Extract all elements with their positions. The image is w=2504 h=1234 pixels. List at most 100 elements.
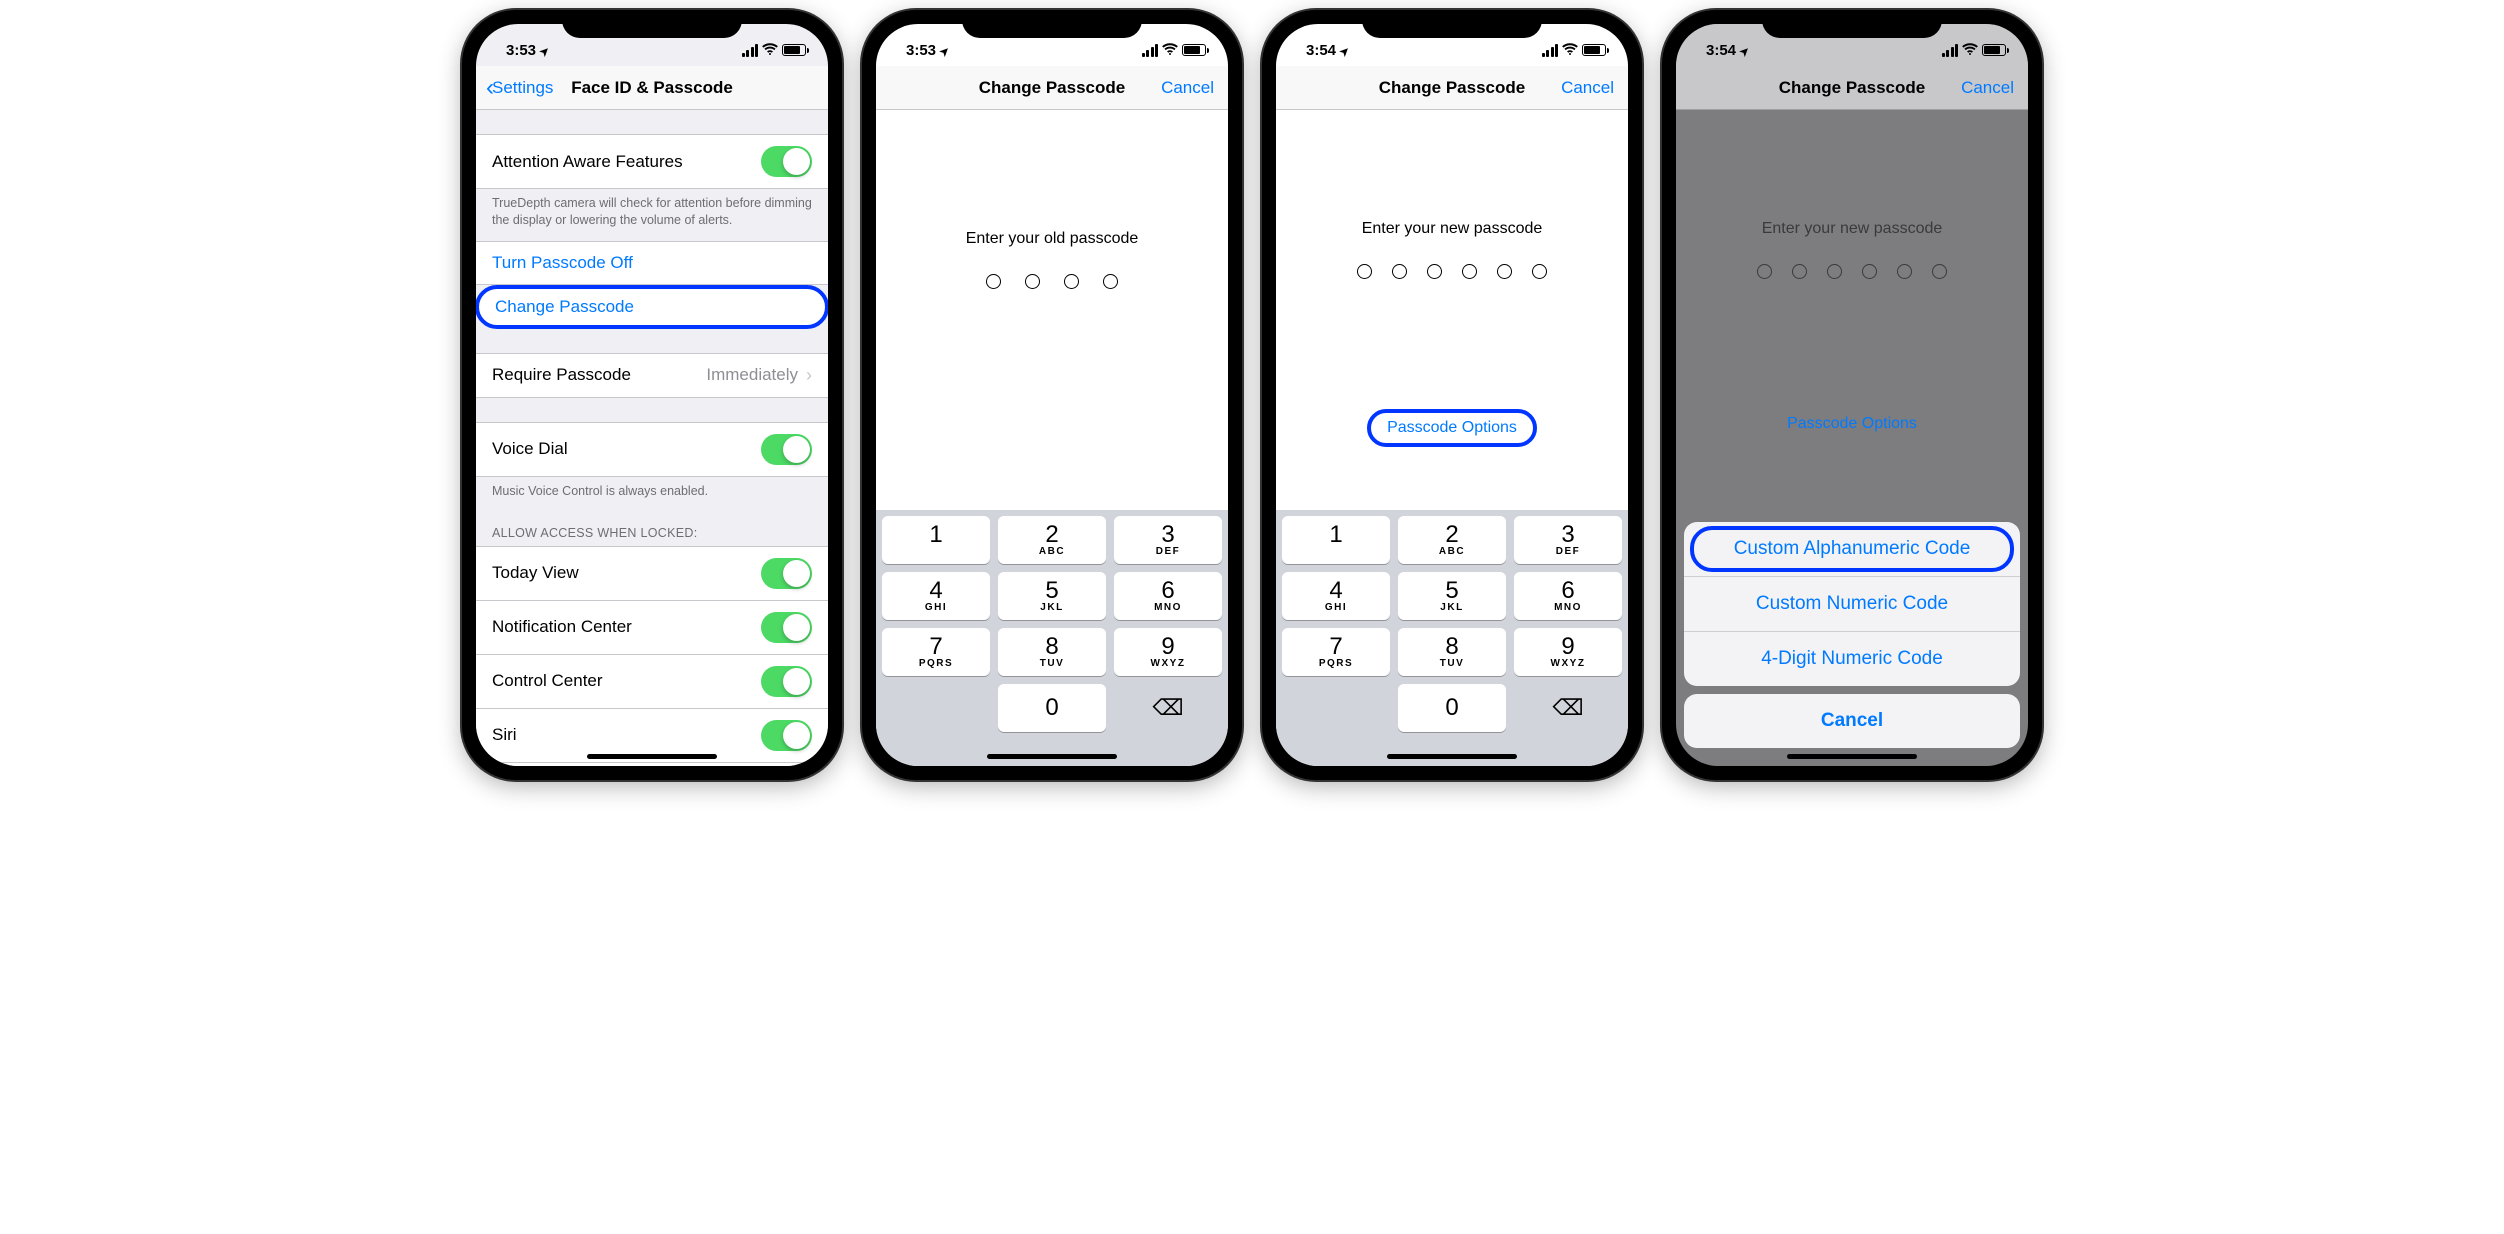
passcode-options-link[interactable]: Passcode Options [1367, 409, 1537, 447]
option-label: Custom Alphanumeric Code [1734, 538, 1971, 559]
toggle-on[interactable] [761, 720, 812, 751]
back-button[interactable]: ‹Settings [486, 76, 553, 100]
keypad-key-8[interactable]: 8TUV [998, 628, 1106, 676]
keypad-key-4[interactable]: 4GHI [882, 572, 990, 620]
passcode-prompt: Enter your old passcode [876, 230, 1228, 248]
keypad-key-8[interactable]: 8TUV [1398, 628, 1506, 676]
key-letters: DEF [1156, 546, 1181, 557]
key-number: 7 [929, 635, 942, 659]
location-icon [1740, 42, 1749, 59]
allow-row[interactable]: Reply with Message [476, 763, 828, 766]
keypad-key-7[interactable]: 7PQRS [882, 628, 990, 676]
action-sheet: Custom Alphanumeric Code Custom Numeric … [1684, 522, 2020, 756]
dot [986, 274, 1001, 289]
keypad-key-1[interactable]: 1 [882, 516, 990, 564]
wifi-icon [1162, 42, 1178, 59]
change-passcode-row[interactable]: Change Passcode [476, 285, 828, 329]
key-number: 8 [1445, 635, 1458, 659]
keypad-key-3[interactable]: 3DEF [1114, 516, 1222, 564]
row-label: Control Center [492, 671, 603, 691]
toggle-on[interactable] [761, 434, 812, 465]
attention-aware-row[interactable]: Attention Aware Features [476, 134, 828, 189]
keypad-key-2[interactable]: 2ABC [1398, 516, 1506, 564]
turn-passcode-off-row[interactable]: Turn Passcode Off [476, 241, 828, 285]
toggle-on[interactable] [761, 146, 812, 177]
signal-icon [1542, 44, 1559, 57]
screen-settings: 3:53 ‹Settings Face ID & Passcode Attent… [476, 24, 828, 766]
keypad-key-5[interactable]: 5JKL [1398, 572, 1506, 620]
action-sheet-options: Custom Alphanumeric Code Custom Numeric … [1684, 522, 2020, 686]
keypad-key-4[interactable]: 4GHI [1282, 572, 1390, 620]
home-indicator[interactable] [587, 754, 717, 759]
key-number: 2 [1045, 523, 1058, 547]
key-number: 4 [1329, 579, 1342, 603]
key-number: 4 [929, 579, 942, 603]
option-alphanumeric[interactable]: Custom Alphanumeric Code [1684, 522, 2020, 577]
status-time: 3:54 [1306, 42, 1336, 59]
navbar-title: Change Passcode [1779, 78, 1925, 98]
signal-icon [1142, 44, 1159, 57]
dot [1357, 264, 1372, 279]
keypad-key-0[interactable]: 0 [1398, 684, 1506, 732]
keypad-key-2[interactable]: 2ABC [998, 516, 1106, 564]
keypad-key-6[interactable]: 6MNO [1114, 572, 1222, 620]
allow-row[interactable]: Control Center [476, 655, 828, 709]
key-letters: WXYZ [1551, 658, 1586, 669]
wifi-icon [1962, 42, 1978, 59]
location-icon [540, 42, 549, 59]
phone-2: 3:53 Change Passcode Cancel Enter your o… [862, 10, 1242, 780]
dot [1392, 264, 1407, 279]
option-4digit[interactable]: 4-Digit Numeric Code [1684, 632, 2020, 686]
voice-dial-row[interactable]: Voice Dial [476, 422, 828, 477]
keypad-spacer [1282, 684, 1390, 732]
keypad-key-1[interactable]: 1 [1282, 516, 1390, 564]
navbar-title: Change Passcode [979, 78, 1125, 98]
dot [1827, 264, 1842, 279]
phone-3: 3:54 Change Passcode Cancel Enter your n… [1262, 10, 1642, 780]
cancel-button[interactable]: Cancel [1961, 78, 2014, 98]
signal-icon [742, 44, 759, 57]
key-letters: MNO [1554, 602, 1582, 613]
keypad-key-6[interactable]: 6MNO [1514, 572, 1622, 620]
status-time: 3:53 [506, 42, 536, 59]
key-number: 2 [1445, 523, 1458, 547]
passcode-options-link[interactable]: Passcode Options [1771, 409, 1933, 439]
toggle-on[interactable] [761, 666, 812, 697]
sheet-cancel-button[interactable]: Cancel [1684, 694, 2020, 748]
require-passcode-row[interactable]: Require Passcode Immediately › [476, 353, 828, 398]
keypad-key-0[interactable]: 0 [998, 684, 1106, 732]
home-indicator[interactable] [1387, 754, 1517, 759]
keypad-delete[interactable]: ⌫ [1514, 684, 1622, 732]
allow-row[interactable]: Notification Center [476, 601, 828, 655]
row-label: Change Passcode [495, 297, 634, 317]
keypad-key-9[interactable]: 9WXYZ [1114, 628, 1222, 676]
key-letters: WXYZ [1151, 658, 1186, 669]
keypad-key-5[interactable]: 5JKL [998, 572, 1106, 620]
keypad-delete[interactable]: ⌫ [1114, 684, 1222, 732]
home-indicator[interactable] [1787, 754, 1917, 759]
attention-note: TrueDepth camera will check for attentio… [476, 189, 828, 241]
key-number: 3 [1161, 523, 1174, 547]
toggle-on[interactable] [761, 558, 812, 589]
cancel-button[interactable]: Cancel [1161, 78, 1214, 98]
keypad-key-3[interactable]: 3DEF [1514, 516, 1622, 564]
key-letters [1334, 546, 1338, 557]
home-indicator[interactable] [987, 754, 1117, 759]
dot [1462, 264, 1477, 279]
settings-list[interactable]: Attention Aware Features TrueDepth camer… [476, 110, 828, 766]
row-label: Notification Center [492, 617, 632, 637]
passcode-area: Enter your old passcode [876, 110, 1228, 289]
allow-row[interactable]: Today View [476, 546, 828, 601]
navbar: ‹Settings Face ID & Passcode [476, 66, 828, 110]
option-numeric[interactable]: Custom Numeric Code [1684, 577, 2020, 632]
phone-4: 3:54 Change Passcode Cancel Enter your n… [1662, 10, 2042, 780]
keypad-key-9[interactable]: 9WXYZ [1514, 628, 1622, 676]
battery-icon [1182, 44, 1206, 56]
key-number: 1 [929, 523, 942, 547]
toggle-on[interactable] [761, 612, 812, 643]
cancel-button[interactable]: Cancel [1561, 78, 1614, 98]
key-letters: TUV [1040, 658, 1065, 669]
status-time: 3:53 [906, 42, 936, 59]
keypad-key-7[interactable]: 7PQRS [1282, 628, 1390, 676]
location-icon [1340, 42, 1349, 59]
